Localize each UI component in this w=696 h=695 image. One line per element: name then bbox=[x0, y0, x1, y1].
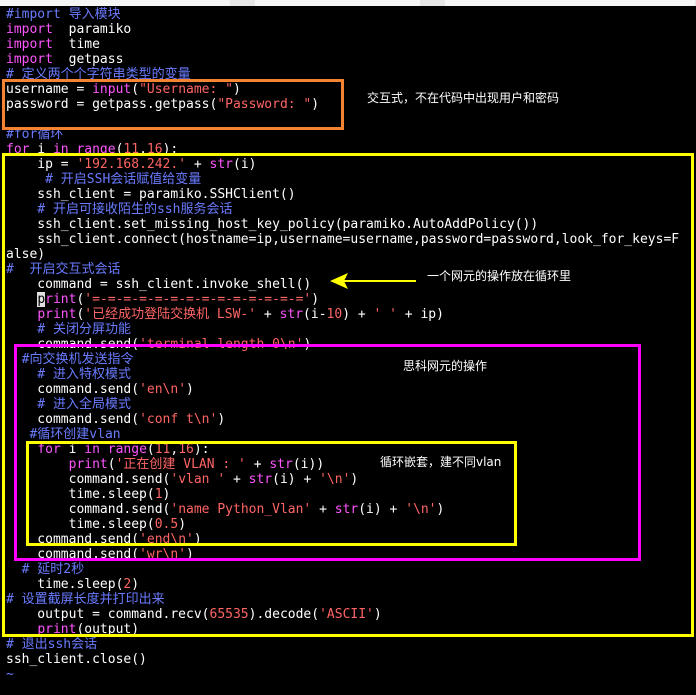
code-token: #import 导入模块 bbox=[6, 7, 121, 22]
tab-2[interactable] bbox=[255, 0, 420, 6]
code-token: import bbox=[6, 37, 53, 52]
tab-1[interactable] bbox=[0, 0, 230, 6]
nested-loop-annotation: 循环嵌套，建不同vlan bbox=[380, 455, 502, 469]
code-line[interactable]: import getpass bbox=[6, 52, 696, 67]
code-line[interactable]: ssh_client.close() bbox=[6, 652, 696, 667]
loop-annotation: 一个网元的操作放在循环里 bbox=[427, 269, 572, 283]
code-token: # 退出ssh会话 bbox=[6, 637, 98, 652]
window-tab-strip bbox=[0, 0, 696, 6]
code-token: import bbox=[6, 52, 53, 67]
tab-3[interactable] bbox=[445, 0, 695, 6]
code-line[interactable]: ~ bbox=[6, 667, 696, 682]
arrow-left-icon bbox=[330, 273, 416, 289]
cisco-operation-annotation: 思科网元的操作 bbox=[403, 359, 488, 373]
credentials-highlight-box bbox=[2, 79, 344, 130]
code-line[interactable]: # 退出ssh会话 bbox=[6, 637, 696, 652]
code-token: ssh_client.close() bbox=[6, 652, 147, 667]
code-line[interactable]: import paramiko bbox=[6, 22, 696, 37]
code-token: getpass bbox=[52, 52, 124, 67]
code-token: ~ bbox=[6, 667, 14, 682]
interactive-input-annotation: 交互式，不在代码中出现用户和密码 bbox=[367, 91, 560, 105]
code-token: paramiko bbox=[52, 22, 132, 37]
code-line[interactable]: import time bbox=[6, 37, 696, 52]
code-token: time bbox=[52, 37, 100, 52]
code-line[interactable]: #import 导入模块 bbox=[6, 7, 696, 22]
code-token: import bbox=[6, 22, 53, 37]
